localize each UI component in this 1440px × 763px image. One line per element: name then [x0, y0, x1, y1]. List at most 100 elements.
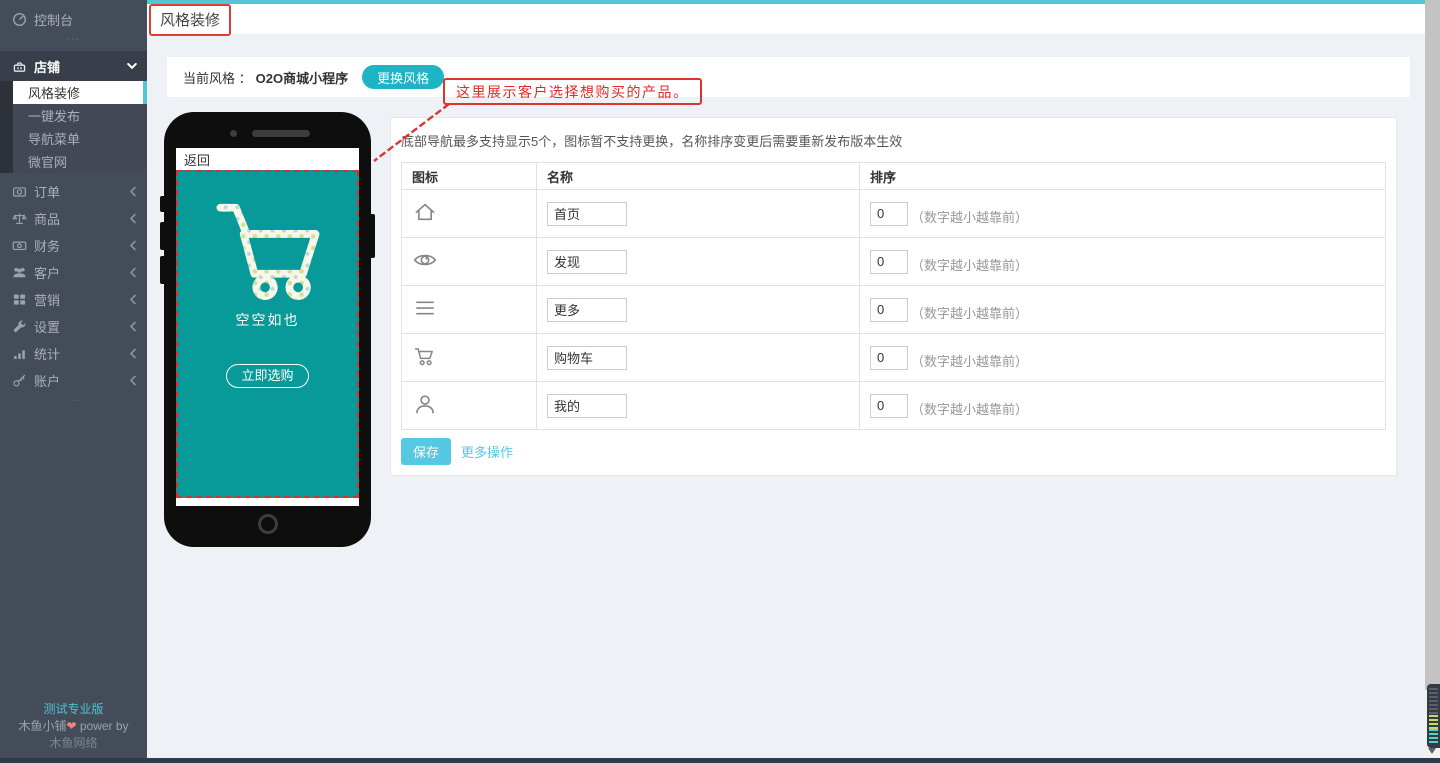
column-header-name: 名称: [537, 163, 860, 190]
active-item-indicator: [143, 81, 147, 104]
annotation-text: 这里展示客户选择想购买的产品。: [456, 82, 689, 102]
user-icon: [412, 391, 438, 417]
phone-back-bar: 返回: [176, 148, 359, 170]
nav-sort-input[interactable]: [870, 250, 908, 274]
sidebar-item-shop[interactable]: 店铺: [0, 51, 147, 81]
sidebar-item-goods[interactable]: 商品: [0, 205, 147, 232]
sidebar-divider-dots: ⋯: [0, 33, 147, 47]
phone-screen: 返回: [176, 148, 359, 506]
nav-name-input[interactable]: [547, 202, 627, 226]
nav-sort-input[interactable]: [870, 346, 908, 370]
customer-icon: [11, 265, 27, 281]
phone-volume-up-button: [160, 222, 164, 250]
heart-icon: ❤: [66, 719, 76, 733]
sidebar-item-stats[interactable]: 统计: [0, 340, 147, 367]
back-label: 返回: [184, 150, 210, 169]
chevron-left-icon: [129, 294, 137, 305]
bottom-nav-table: 图标 名称 排序 （数字越小越靠前） （数字越小越靠前） （数字越小越靠前） （数字越…: [401, 162, 1386, 430]
scrollbar-down-arrow-icon[interactable]: [1428, 748, 1436, 754]
marketing-icon: [11, 292, 27, 308]
scroll-indicator-widget: [1427, 684, 1440, 748]
indicator-stripes-lime: [1429, 715, 1438, 730]
nav-sort-input[interactable]: [870, 202, 908, 226]
sidebar-subitem-label: 微官网: [28, 152, 67, 171]
chevron-left-icon: [129, 213, 137, 224]
table-row: （数字越小越靠前）: [402, 286, 1386, 334]
sidebar-item-console[interactable]: 控制台: [0, 6, 147, 33]
phone-mockup: 返回: [164, 112, 371, 547]
page-header: 风格装修: [147, 0, 1425, 34]
sidebar-subitem-微官网[interactable]: 微官网: [0, 150, 147, 173]
column-header-sort: 排序: [860, 163, 1386, 190]
sidebar-item-settings[interactable]: 设置: [0, 313, 147, 340]
vertical-scrollbar[interactable]: [1425, 0, 1440, 758]
scrollbar-thumb[interactable]: [1425, 0, 1440, 690]
sidebar-shop-submenu: 风格装修一键发布导航菜单微官网: [0, 81, 147, 173]
sidebar-items: 订单商品财务客户营销设置统计账户: [0, 178, 147, 394]
home-icon: [412, 199, 438, 225]
finance-icon: [11, 238, 27, 254]
indicator-stripes-teal: [1429, 729, 1438, 744]
current-style-card: 当前风格 ： O2O商城小程序 更换风格: [167, 57, 1410, 97]
sidebar-item-customers[interactable]: 客户: [0, 259, 147, 286]
order-icon: [11, 184, 27, 200]
window-bottom-edge: [0, 758, 1440, 763]
nav-table-body: （数字越小越靠前）（数字越小越靠前）（数字越小越靠前）（数字越小越靠前）（数字越…: [402, 190, 1386, 430]
chevron-left-icon: [129, 375, 137, 386]
chevron-down-icon: [127, 62, 137, 70]
sort-hint-text: （数字越小越靠前）: [911, 210, 1025, 226]
phone-speaker-slot: [252, 130, 310, 137]
table-row: （数字越小越靠前）: [402, 238, 1386, 286]
shop-icon: [11, 58, 27, 74]
sidebar-item-finance[interactable]: 财务: [0, 232, 147, 259]
dashboard-icon: [11, 12, 27, 28]
page-title: 风格装修: [160, 12, 220, 29]
nav-name-input[interactable]: [547, 394, 627, 418]
sidebar-item-label: 设置: [34, 317, 60, 336]
sidebar-item-orders[interactable]: 订单: [0, 178, 147, 205]
sidebar-item-label: 营销: [34, 290, 60, 309]
phone-mute-switch: [160, 196, 164, 212]
bottom-nav-panel: 底部导航最多支持显示5个，图标暂不支持更换，名称排序变更后需要重新发布版本生效 …: [390, 117, 1397, 476]
settings-icon: [11, 319, 27, 335]
sidebar-item-label: 控制台: [34, 10, 73, 29]
nav-sort-input[interactable]: [870, 298, 908, 322]
main-content: 当前风格 ： O2O商城小程序 更换风格 这里展示客户选择想购买的产品。 返回: [147, 34, 1425, 758]
chevron-left-icon: [129, 240, 137, 251]
goods-icon: [11, 211, 27, 227]
table-header-row: 图标 名称 排序: [402, 163, 1386, 190]
phone-power-button: [371, 214, 375, 258]
empty-cart-icon: [178, 198, 357, 300]
buy-now-button: 立即选购: [226, 364, 308, 388]
eye-icon: [412, 247, 438, 273]
nav-name-input[interactable]: [547, 250, 627, 274]
sidebar-item-marketing[interactable]: 营销: [0, 286, 147, 313]
current-style-value: O2O商城小程序: [256, 68, 348, 87]
sidebar-subitem-导航菜单[interactable]: 导航菜单: [0, 127, 147, 150]
nav-sort-input[interactable]: [870, 394, 908, 418]
company-name: 木鱼网络: [0, 735, 147, 752]
sidebar-subitem-label: 风格装修: [28, 83, 80, 102]
sidebar-item-label: 统计: [34, 344, 60, 363]
edition-link[interactable]: 测试专业版: [0, 701, 147, 718]
sidebar-subitem-风格装修[interactable]: 风格装修: [0, 81, 147, 104]
phone-preview-area: 空空如也 立即选购: [176, 170, 359, 498]
menu-icon: [412, 295, 438, 321]
sidebar-item-label: 客户: [34, 263, 60, 282]
save-button[interactable]: 保存: [401, 438, 451, 465]
change-style-button[interactable]: 更换风格: [362, 65, 444, 89]
nav-name-input[interactable]: [547, 298, 627, 322]
app-window: 控制台 ⋯ 店铺 风格装修一键发布导航菜单微官网 订单商品财务客户营销设置统计账…: [0, 0, 1440, 763]
panel-hint-text: 底部导航最多支持显示5个，图标暂不支持更换，名称排序变更后需要重新发布版本生效: [391, 118, 1396, 162]
sidebar-item-account[interactable]: 账户: [0, 367, 147, 394]
more-actions-link[interactable]: 更多操作: [461, 442, 513, 461]
sort-hint-text: （数字越小越靠前）: [911, 354, 1025, 370]
sidebar-item-label: 商品: [34, 209, 60, 228]
brand-name: 木鱼小铺: [18, 719, 66, 733]
sidebar-footer: 测试专业版 木鱼小铺❤ power by 木鱼网络: [0, 701, 147, 752]
sort-hint-text: （数字越小越靠前）: [911, 306, 1025, 322]
sidebar-subitem-一键发布[interactable]: 一键发布: [0, 104, 147, 127]
phone-home-button: [258, 514, 278, 534]
sidebar-item-label: 订单: [34, 182, 60, 201]
nav-name-input[interactable]: [547, 346, 627, 370]
